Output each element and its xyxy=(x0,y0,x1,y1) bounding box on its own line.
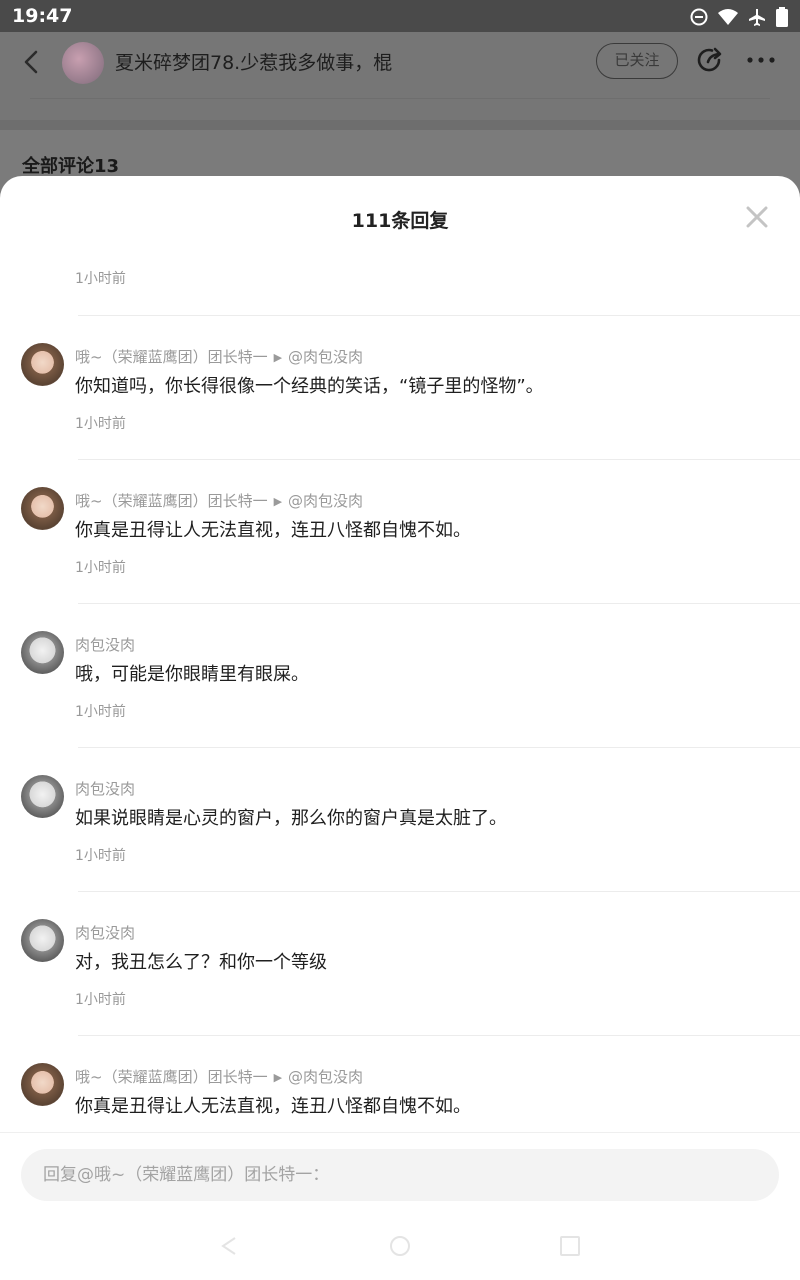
reply-time: 1小时前 xyxy=(75,560,126,576)
reply-author[interactable]: 肉包没肉 xyxy=(75,780,135,798)
close-button[interactable] xyxy=(744,204,770,230)
reply-time: 1小时前 xyxy=(75,271,126,287)
avatar[interactable] xyxy=(21,919,64,962)
avatar[interactable] xyxy=(21,343,64,386)
avatar[interactable] xyxy=(21,775,64,818)
avatar[interactable] xyxy=(62,42,104,84)
list-item[interactable]: 哦~（荣耀蓝鹰团）团长特一 ▶ @肉包没肉 你知道吗，你长得很像一个经典的笑话，“镜… xyxy=(0,316,800,460)
wifi-icon xyxy=(718,8,738,30)
battery-icon xyxy=(776,7,788,31)
more-button[interactable] xyxy=(746,48,776,70)
replies-sheet: 111条回复 1小时前 哦~（荣耀蓝鹰团）团长特一 ▶ @肉包没肉 你知道吗，你长得… xyxy=(0,176,800,1280)
list-item[interactable]: 肉包没肉 对，我丑怎么了？和你一个等级 1小时前 xyxy=(0,892,800,1036)
reply-time: 1小时前 xyxy=(75,704,126,720)
status-time: 19:47 xyxy=(12,5,73,27)
status-bar: 19:47 xyxy=(0,0,800,32)
system-nav-bar xyxy=(0,1232,800,1280)
do-not-disturb-icon xyxy=(690,8,708,30)
reply-target[interactable]: @肉包没肉 xyxy=(288,348,363,366)
more-icon xyxy=(747,57,775,63)
reply-meta: 哦~（荣耀蓝鹰团）团长特一 ▶ @肉包没肉 xyxy=(75,1066,363,1087)
nav-back-button[interactable] xyxy=(219,1236,239,1256)
back-button[interactable] xyxy=(18,48,46,76)
reply-meta: 肉包没肉 xyxy=(75,778,135,799)
reply-author[interactable]: 哦~（荣耀蓝鹰团）团长特一 xyxy=(75,348,268,366)
share-button[interactable] xyxy=(694,45,724,75)
comments-section-title: 全部评论13 xyxy=(22,156,120,177)
reply-input[interactable] xyxy=(21,1149,779,1201)
reply-content[interactable]: 如果说眼睛是心灵的窗户，那么你的窗户真是太脏了。 xyxy=(75,804,507,830)
triangle-back-icon xyxy=(221,1237,236,1255)
reply-content[interactable]: 你真是丑得让人无法直视，连丑八怪都自愧不如。 xyxy=(75,516,471,542)
reply-meta: 哦~（荣耀蓝鹰团）团长特一 ▶ @肉包没肉 xyxy=(75,346,363,367)
reply-time: 1小时前 xyxy=(75,992,126,1008)
app-header: 夏米碎梦团78.少惹我多做事，棍 已关注 xyxy=(0,32,800,120)
avatar[interactable] xyxy=(21,1063,64,1106)
list-item[interactable]: 肉包没肉 哦，可能是你眼睛里有眼屎。 1小时前 xyxy=(0,604,800,748)
share-icon xyxy=(697,47,722,72)
reply-author[interactable]: 肉包没肉 xyxy=(75,636,135,654)
list-item[interactable]: 肉包没肉 如果说眼睛是心灵的窗户，那么你的窗户真是太脏了。 1小时前 xyxy=(0,748,800,892)
reply-meta: 哦~（荣耀蓝鹰团）团长特一 ▶ @肉包没肉 xyxy=(75,490,363,511)
reply-target[interactable]: @肉包没肉 xyxy=(288,492,363,510)
reply-meta: 肉包没肉 xyxy=(75,634,135,655)
page-title: 夏米碎梦团78.少惹我多做事，棍 xyxy=(115,52,393,74)
sheet-title: 111条回复 xyxy=(351,210,449,232)
reply-meta: 肉包没肉 xyxy=(75,922,135,943)
list-item[interactable]: 哦~（荣耀蓝鹰团）团长特一 ▶ @肉包没肉 你真是丑得让人无法直视，连丑八怪都自愧不… xyxy=(0,1036,800,1132)
list-item[interactable]: 哦~（荣耀蓝鹰团）团长特一 ▶ @肉包没肉 你真是丑得让人无法直视，连丑八怪都自愧不… xyxy=(0,460,800,604)
reply-time: 1小时前 xyxy=(75,848,126,864)
reply-list[interactable]: 1小时前 哦~（荣耀蓝鹰团）团长特一 ▶ @肉包没肉 你知道吗，你长得很像一个经典的… xyxy=(0,240,800,1132)
reply-author[interactable]: 哦~（荣耀蓝鹰团）团长特一 xyxy=(75,492,268,510)
play-arrow-icon: ▶ xyxy=(273,495,283,508)
reply-content[interactable]: 哦，可能是你眼睛里有眼屎。 xyxy=(75,660,309,686)
reply-time: 1小时前 xyxy=(75,416,126,432)
airplane-icon xyxy=(748,8,766,30)
nav-home-button[interactable] xyxy=(390,1236,410,1256)
close-icon xyxy=(746,206,768,228)
divider xyxy=(0,120,800,130)
reply-content[interactable]: 对，我丑怎么了？和你一个等级 xyxy=(75,948,327,974)
play-arrow-icon: ▶ xyxy=(273,351,283,364)
reply-author[interactable]: 哦~（荣耀蓝鹰团）团长特一 xyxy=(75,1068,268,1086)
avatar[interactable] xyxy=(21,487,64,530)
reply-author[interactable]: 肉包没肉 xyxy=(75,924,135,942)
follow-button[interactable]: 已关注 xyxy=(596,43,678,79)
reply-content[interactable]: 你知道吗，你长得很像一个经典的笑话，“镜子里的怪物”。 xyxy=(75,372,544,398)
divider xyxy=(30,98,770,99)
avatar[interactable] xyxy=(21,631,64,674)
chevron-left-icon xyxy=(24,50,38,74)
reply-content[interactable]: 你真是丑得让人无法直视，连丑八怪都自愧不如。 xyxy=(75,1092,471,1118)
status-icons xyxy=(690,7,788,31)
reply-target[interactable]: @肉包没肉 xyxy=(288,1068,363,1086)
nav-recents-button[interactable] xyxy=(560,1236,580,1256)
play-arrow-icon: ▶ xyxy=(273,1071,283,1084)
